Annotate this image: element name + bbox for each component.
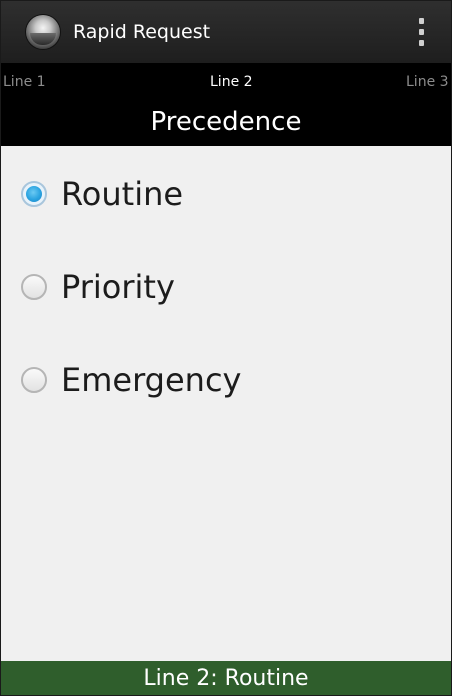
- radio-emergency[interactable]: [21, 367, 47, 393]
- radio-priority[interactable]: [21, 274, 47, 300]
- option-emergency[interactable]: Emergency: [19, 356, 439, 406]
- radio-routine[interactable]: [21, 181, 47, 207]
- app-logo-icon[interactable]: [26, 15, 60, 49]
- section-title: Precedence: [150, 107, 302, 137]
- option-routine[interactable]: Routine: [19, 170, 439, 220]
- tab-line-2[interactable]: Line 2: [210, 73, 253, 91]
- action-bar: Rapid Request: [1, 1, 451, 63]
- app-title: Rapid Request: [73, 21, 211, 43]
- tab-line-3[interactable]: Line 3: [406, 73, 449, 91]
- tab-strip: Line 1 Line 2 Line 3: [1, 63, 451, 101]
- tab-line-1[interactable]: Line 1: [3, 73, 46, 91]
- status-text: Line 2: Routine: [143, 666, 309, 691]
- overflow-menu-icon[interactable]: [413, 17, 429, 47]
- app-window: Rapid Request Line 1 Line 2 Line 3 Prece…: [0, 0, 452, 696]
- precedence-options: Routine Priority Emergency: [1, 146, 451, 661]
- option-routine-label: Routine: [61, 175, 184, 213]
- option-priority-label: Priority: [61, 268, 175, 306]
- option-priority[interactable]: Priority: [19, 263, 439, 313]
- section-header: Precedence: [1, 101, 451, 146]
- option-emergency-label: Emergency: [61, 361, 242, 399]
- status-bar: Line 2: Routine: [1, 661, 451, 695]
